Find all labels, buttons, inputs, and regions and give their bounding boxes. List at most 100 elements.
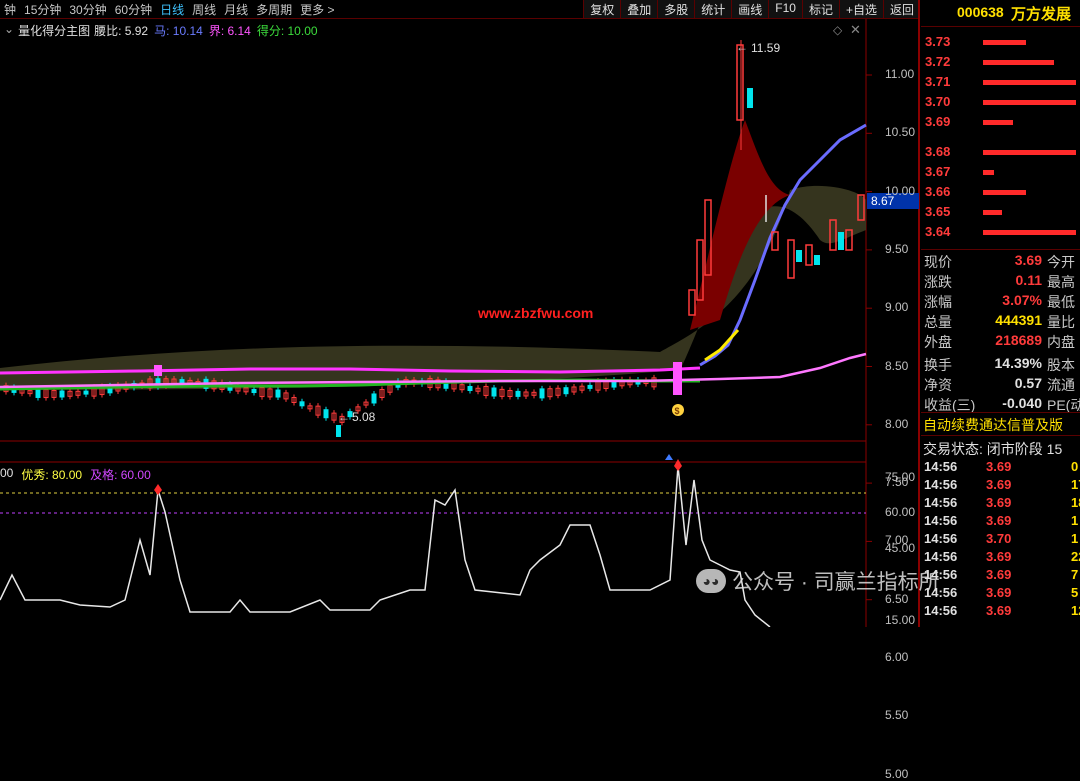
tick-time: 14:56 bbox=[924, 477, 958, 492]
tick-volume: 1 bbox=[1071, 531, 1079, 546]
order-book-row[interactable]: 3.65 bbox=[925, 204, 1080, 222]
low-price-label: 5.08 bbox=[352, 410, 376, 424]
order-price: 3.72 bbox=[925, 54, 951, 69]
tick-volume: 22 bbox=[1071, 549, 1080, 564]
quote-row: 涨跌 0.11 最高 bbox=[924, 272, 1080, 292]
price-axis-label: 10.50 bbox=[885, 125, 916, 140]
quote-value: 218689 bbox=[995, 332, 1042, 348]
order-book-row[interactable]: 3.68 bbox=[925, 144, 1080, 162]
order-volume-bar bbox=[983, 60, 1055, 65]
price-axis-label: 8.50 bbox=[885, 358, 909, 373]
order-book-row[interactable]: 3.70 bbox=[925, 94, 1080, 112]
quote-row: 总量 444391 量比 bbox=[924, 312, 1080, 332]
order-book-row[interactable]: 3.71 bbox=[925, 74, 1080, 92]
svg-text:←: ← bbox=[338, 410, 350, 424]
sub-axis-label: 60.00 bbox=[885, 505, 916, 519]
tick-time: 14:56 bbox=[924, 513, 958, 528]
order-book-row[interactable]: 3.73 bbox=[925, 34, 1080, 52]
service-banner[interactable]: 自动续费通达信普及版 bbox=[923, 415, 1080, 435]
quote-key: 流通 bbox=[1047, 377, 1075, 393]
quote-row: 外盘 218689 内盘 bbox=[924, 332, 1080, 352]
quote-panel: 000638 万方发展 3.73 3.72 3.71 3.70 3.69 3.68 3.67… bbox=[921, 0, 1080, 627]
price-axis-label: 11.00 bbox=[885, 67, 915, 81]
tick-row: 14:56 3.69 0 bbox=[924, 459, 1080, 477]
quote-value: 3.07% bbox=[1002, 292, 1042, 308]
order-price: 3.69 bbox=[925, 114, 951, 129]
quote-key: 最低 bbox=[1047, 294, 1075, 310]
order-price: 3.68 bbox=[925, 144, 951, 159]
tick-price: 3.69 bbox=[986, 549, 1012, 564]
wechat-watermark: ◕◕ 公众号 · 司赢兰指标所 bbox=[696, 566, 940, 596]
tick-price: 3.69 bbox=[986, 459, 1012, 474]
order-volume-bar bbox=[983, 170, 995, 175]
order-book-row[interactable]: 3.69 bbox=[925, 114, 1080, 132]
svg-text:$: $ bbox=[675, 406, 680, 416]
order-volume-bar bbox=[983, 210, 1002, 215]
wechat-icon: ◕◕ bbox=[696, 569, 726, 593]
order-volume-bar bbox=[983, 190, 1026, 195]
order-book-row[interactable]: 3.72 bbox=[925, 54, 1080, 72]
order-price: 3.73 bbox=[925, 34, 951, 49]
tick-price: 3.69 bbox=[986, 513, 1012, 528]
sub-axis-label: 15.00 bbox=[885, 613, 916, 627]
tick-row: 14:56 3.69 5 bbox=[924, 585, 1080, 603]
order-price: 3.67 bbox=[925, 164, 951, 179]
tick-time: 14:56 bbox=[924, 495, 958, 510]
quote-key: 净资 bbox=[924, 377, 952, 393]
quote-row: 净资 0.57 流通 bbox=[924, 375, 1080, 395]
quote-row: 换手 14.39% 股本 bbox=[924, 355, 1080, 375]
site-watermark: www.zbzfwu.com bbox=[477, 305, 593, 321]
quote-key: 总量 bbox=[924, 314, 952, 330]
quote-value: 14.39% bbox=[994, 355, 1042, 371]
tick-volume: 0 bbox=[1071, 459, 1079, 474]
order-book-row[interactable]: 3.66 bbox=[925, 184, 1080, 202]
order-price: 3.64 bbox=[925, 224, 951, 239]
quote-key: 现价 bbox=[924, 254, 952, 270]
sub-indicator-values: 优秀: 80.00 及格: 60.00 bbox=[21, 466, 150, 483]
tick-volume: 12 bbox=[1071, 603, 1080, 618]
order-book-row[interactable]: 3.64 bbox=[925, 224, 1080, 242]
quote-key: 最高 bbox=[1047, 274, 1075, 290]
tick-row: 14:56 3.69 18 bbox=[924, 495, 1080, 513]
tick-volume: 1 bbox=[1071, 513, 1079, 528]
tick-price: 3.69 bbox=[986, 603, 1012, 618]
tick-time: 14:56 bbox=[924, 603, 958, 618]
order-volume-bar bbox=[983, 120, 1014, 125]
price-axis-label: 9.50 bbox=[885, 241, 909, 256]
stock-code: 000638 bbox=[957, 4, 1004, 20]
sub-indicator-legend: 00 优秀: 80.00 及格: 60.00 bbox=[0, 466, 151, 483]
tick-time: 14:56 bbox=[924, 549, 958, 564]
quote-value: 3.69 bbox=[1014, 252, 1042, 268]
tick-volume: 5 bbox=[1071, 585, 1079, 600]
tick-time: 14:56 bbox=[924, 459, 958, 474]
order-volume-bar bbox=[983, 230, 1077, 235]
price-axis-label: 9.00 bbox=[885, 300, 909, 315]
tick-row: 14:56 3.70 1 bbox=[924, 531, 1080, 549]
price-axis-label: 10.00 bbox=[885, 183, 916, 198]
tick-price: 3.69 bbox=[986, 495, 1012, 510]
tick-volume: 7 bbox=[1071, 567, 1079, 582]
order-volume-bar bbox=[983, 150, 1077, 155]
quote-key: 涨幅 bbox=[924, 294, 952, 310]
sub-indicator-value: 及格: 60.00 bbox=[90, 468, 151, 482]
order-price: 3.71 bbox=[925, 74, 951, 89]
high-price-label: 11.59 bbox=[751, 41, 780, 55]
order-price: 3.70 bbox=[925, 94, 951, 109]
tick-row: 14:56 3.69 17 bbox=[924, 477, 1080, 495]
tick-volume: 18 bbox=[1071, 495, 1080, 510]
tick-price: 3.69 bbox=[986, 585, 1012, 600]
tick-price: 3.69 bbox=[986, 567, 1012, 582]
order-volume-bar bbox=[983, 40, 1026, 45]
sub-indicator-value: 优秀: 80.00 bbox=[21, 468, 83, 482]
tick-time: 14:56 bbox=[924, 531, 958, 546]
quote-key: 换手 bbox=[924, 357, 952, 373]
kline-chart[interactable]: $ ← 11.59 ← 5.08 www.zbzfwu.com 8.67 bbox=[0, 0, 920, 627]
svg-text:←: ← bbox=[736, 40, 748, 54]
stock-name: 万方发展 bbox=[1011, 6, 1072, 23]
order-volume-bar bbox=[983, 100, 1077, 105]
quote-row: 涨幅 3.07% 最低 bbox=[924, 292, 1080, 312]
sub-indicator-prefix: 00 bbox=[0, 466, 14, 480]
quote-value: 444391 bbox=[995, 312, 1042, 328]
order-volume-bar bbox=[983, 80, 1077, 85]
order-book-row[interactable]: 3.67 bbox=[925, 164, 1080, 182]
